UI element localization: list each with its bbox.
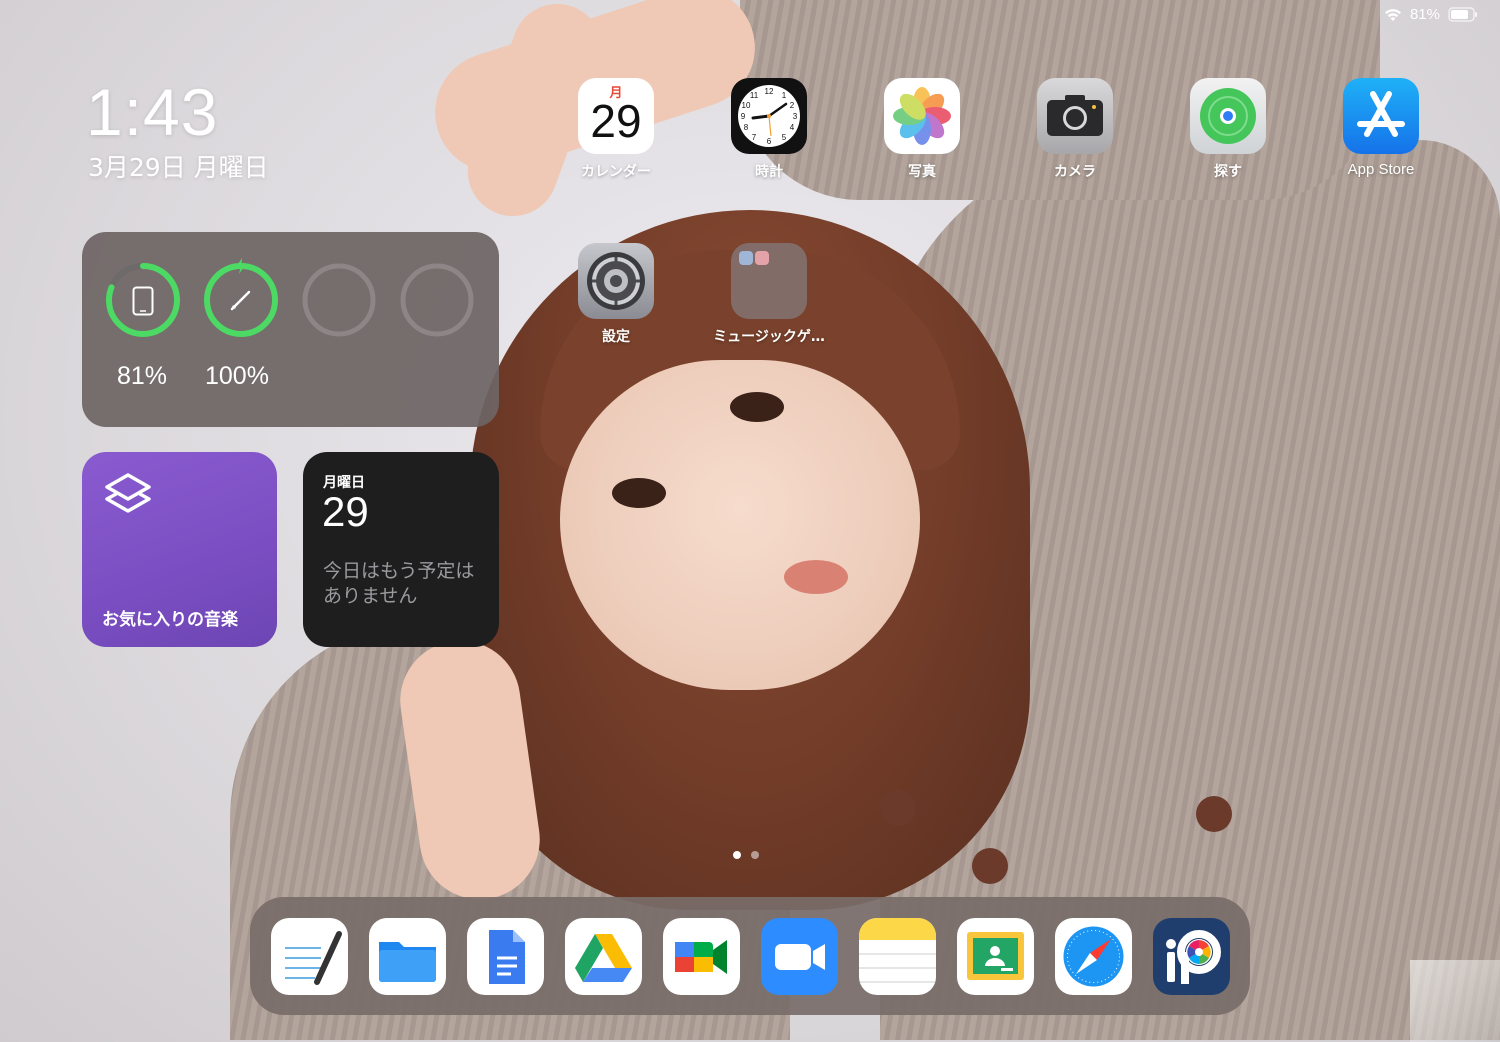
settings-app-label: 設定 (602, 329, 630, 345)
google-classroom-icon[interactable] (957, 918, 1034, 995)
music-games-folder-label: ミュージックゲ… (713, 329, 825, 345)
pencil-icon (228, 287, 254, 317)
battery-icon (1448, 7, 1478, 22)
charging-bolt-icon (235, 258, 247, 278)
svg-text:8: 8 (744, 123, 749, 132)
svg-text:7: 7 (752, 133, 757, 142)
photos-app-label: 写真 (908, 164, 936, 180)
page-dot-2[interactable] (751, 851, 759, 859)
app-store-app-label: App Store (1347, 161, 1415, 178)
calendar-widget-note: 今日はもう予定はありません (323, 560, 475, 607)
find-my-app-label: 探す (1214, 164, 1242, 180)
svg-text:6: 6 (767, 137, 772, 146)
safari-icon[interactable] (1055, 918, 1132, 995)
clock-time: 1:43 (86, 75, 219, 149)
camera-app-label: カメラ (1054, 164, 1096, 180)
svg-text:1: 1 (782, 91, 787, 100)
notes-icon[interactable] (859, 918, 936, 995)
svg-text:12: 12 (765, 87, 774, 96)
page-indicator[interactable] (733, 851, 759, 859)
app-store-app-icon[interactable] (1343, 78, 1419, 154)
camera-app-icon[interactable] (1037, 78, 1113, 154)
clock-date: 3月29日 月曜日 (88, 153, 269, 182)
battery-ring-empty-1 (301, 262, 377, 338)
calendar-icon-day: 29 (590, 95, 642, 147)
svg-text:2: 2 (790, 101, 795, 110)
corner-watermark (1410, 960, 1500, 1042)
folder-mini-app-icon (739, 251, 753, 265)
calendar-widget-day: 29 (322, 488, 369, 535)
battery-value-ipad: 81% (117, 362, 168, 390)
svg-text:4: 4 (790, 123, 795, 132)
google-meet-icon[interactable] (663, 918, 740, 995)
shortcut-label: お気に入りの音楽 (102, 610, 238, 630)
calendar-app-label: カレンダー (581, 164, 651, 180)
page-dot-1[interactable] (733, 851, 741, 859)
shortcuts-icon (102, 472, 154, 530)
battery-value-pencil: 100% (205, 362, 269, 390)
settings-app-icon[interactable] (578, 243, 654, 319)
zoom-icon[interactable] (761, 918, 838, 995)
google-drive-icon[interactable] (565, 918, 642, 995)
svg-text:10: 10 (742, 101, 751, 110)
clock-app-icon[interactable]: 12 1 2 3 45 6 78 9 10 11 (731, 78, 807, 154)
google-docs-icon[interactable] (467, 918, 544, 995)
ipad-icon (132, 286, 154, 320)
svg-text:9: 9 (741, 112, 746, 121)
music-games-folder-icon[interactable] (731, 243, 807, 319)
files-icon[interactable] (369, 918, 446, 995)
svg-text:11: 11 (750, 91, 759, 100)
svg-text:3: 3 (793, 112, 798, 121)
svg-text:5: 5 (782, 133, 787, 142)
clock-app-label: 時計 (755, 164, 783, 180)
battery-ring-empty-2 (399, 262, 475, 338)
ibis-paint-icon[interactable] (1153, 918, 1230, 995)
status-bar: 81% (1384, 6, 1478, 23)
battery-percent: 81% (1409, 6, 1440, 23)
photos-app-icon[interactable] (884, 78, 960, 154)
calendar-app-icon[interactable]: 月 29 (578, 78, 654, 154)
folder-mini-app-icon (755, 251, 769, 265)
find-my-app-icon[interactable] (1190, 78, 1266, 154)
handwriting-notes-icon[interactable] (271, 918, 348, 995)
wifi-icon (1384, 8, 1402, 22)
